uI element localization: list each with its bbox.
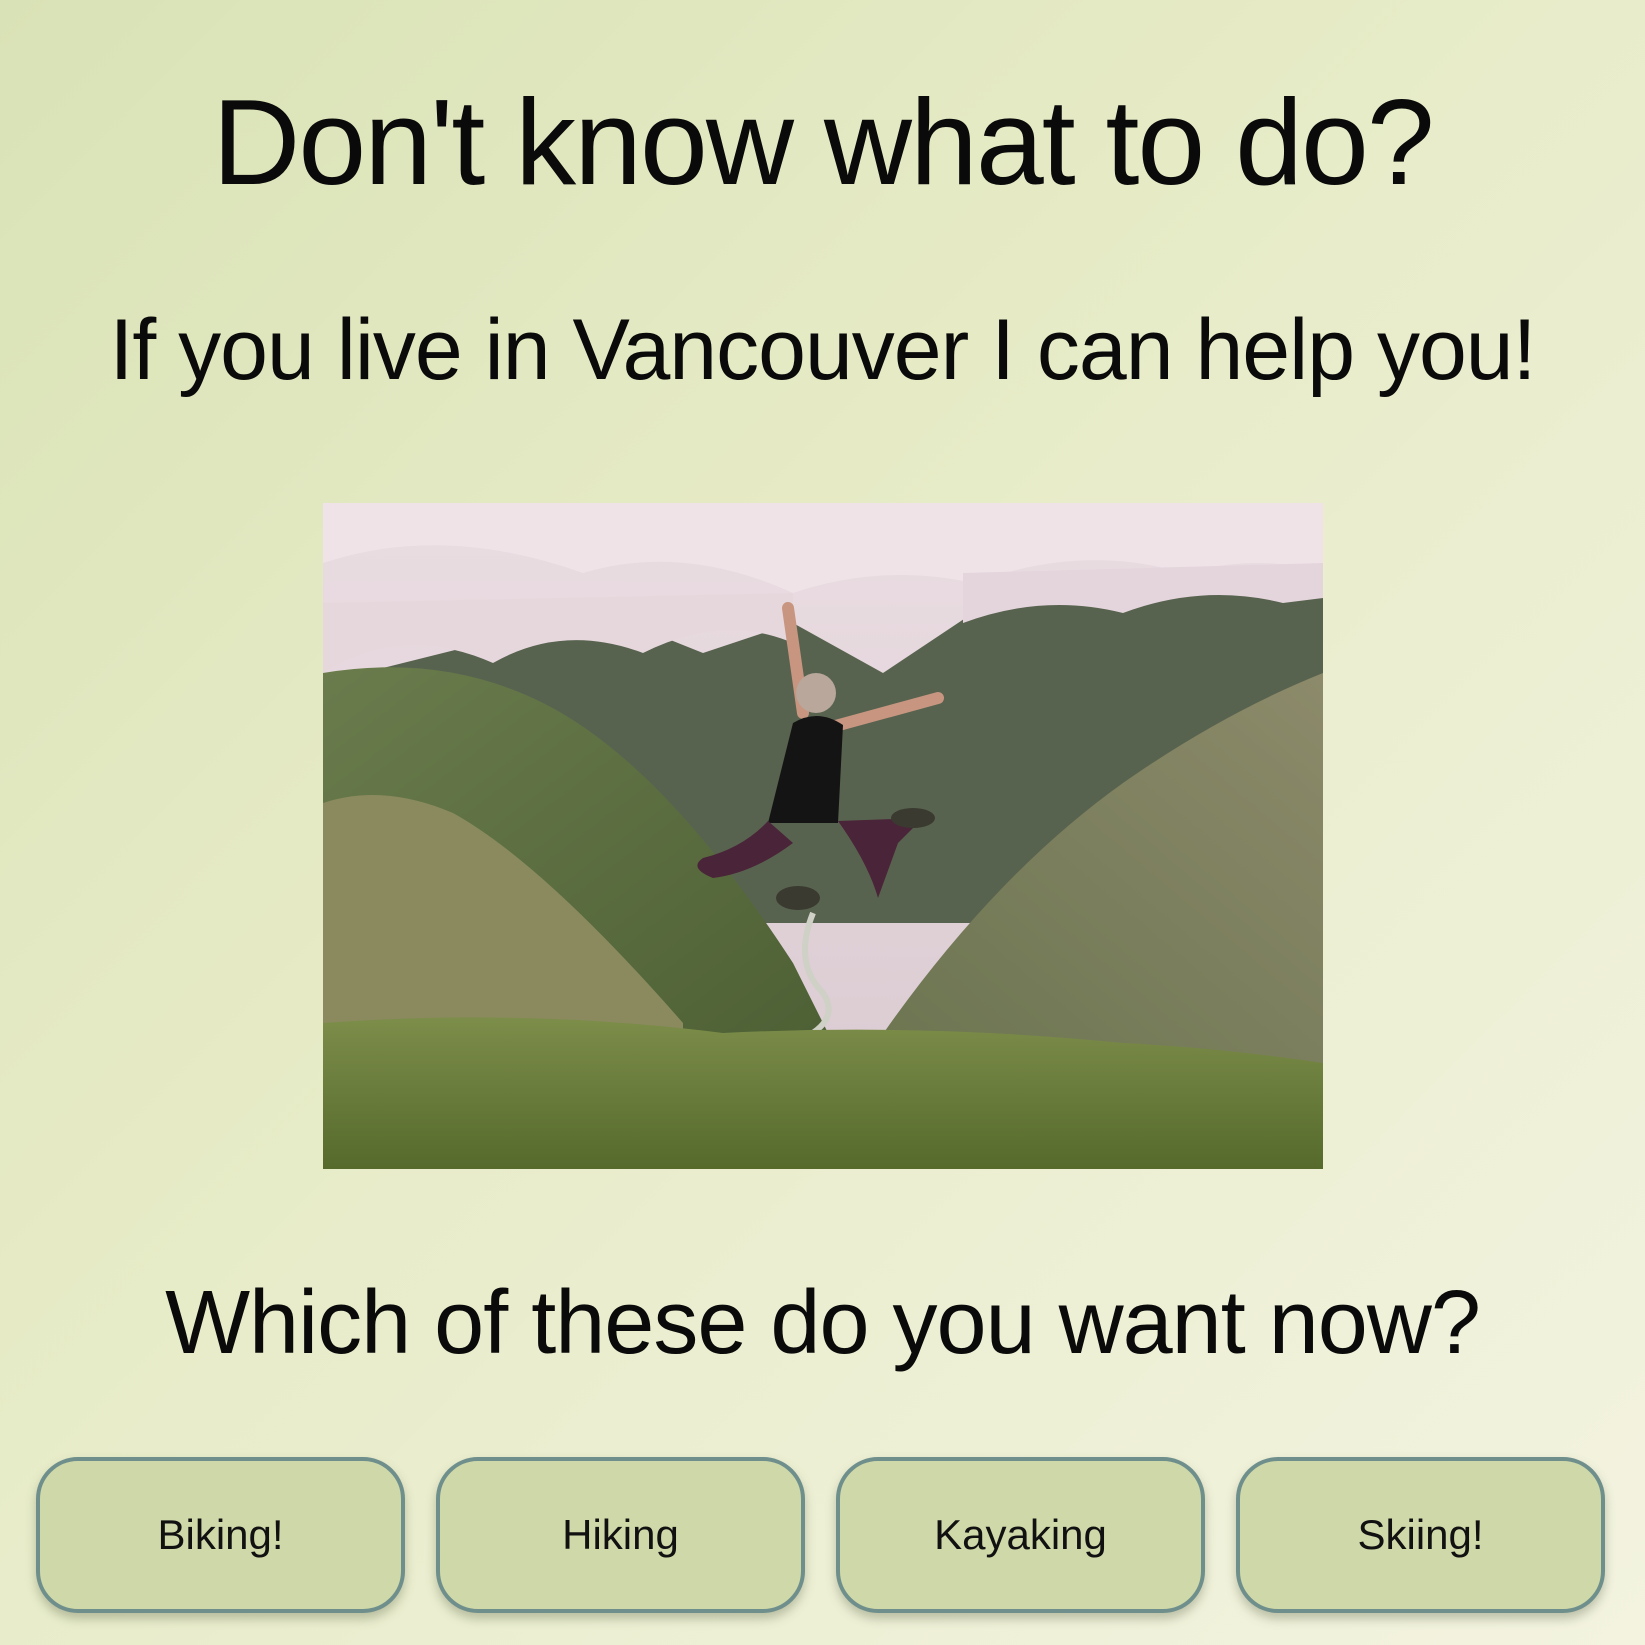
mountain-photo	[323, 503, 1323, 1169]
skiing-button[interactable]: Skiing!	[1236, 1457, 1605, 1613]
question-heading: Which of these do you want now?	[165, 1273, 1481, 1373]
page-title: Don't know what to do?	[212, 74, 1434, 210]
hiking-button[interactable]: Hiking	[436, 1457, 805, 1613]
hero-image	[323, 503, 1323, 1169]
kayaking-button[interactable]: Kayaking	[836, 1457, 1205, 1613]
activity-choices: Biking! Hiking Kayaking Skiing!	[36, 1457, 1610, 1617]
biking-button[interactable]: Biking!	[36, 1457, 405, 1613]
page-subtitle: If you live in Vancouver I can help you!	[109, 302, 1536, 398]
